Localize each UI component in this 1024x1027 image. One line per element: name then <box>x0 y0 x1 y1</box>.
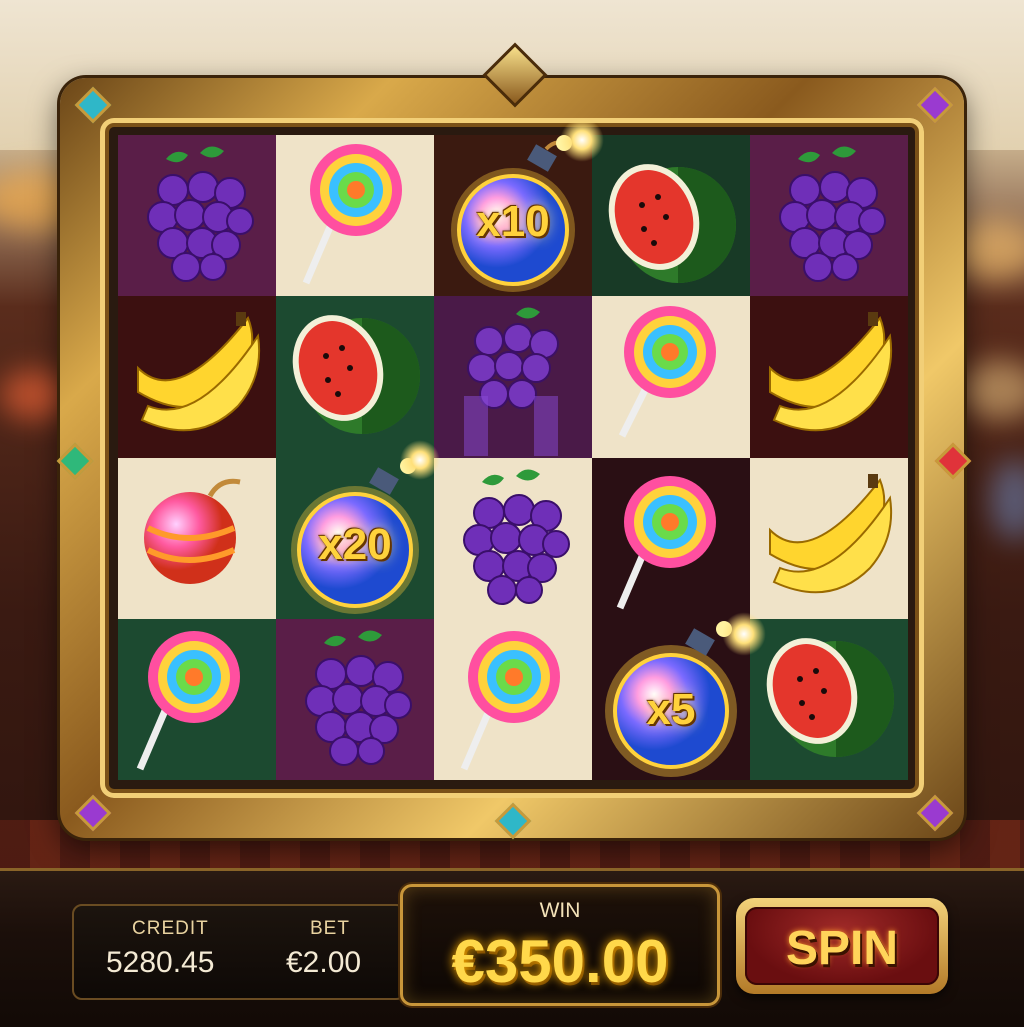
reel-cell <box>118 135 276 297</box>
spin-button[interactable]: SPIN <box>736 898 948 994</box>
reel-cell <box>276 296 434 458</box>
credit-value: 5280.45 <box>106 946 215 979</box>
win-panel: WIN €350.00 <box>400 884 720 1006</box>
reel-cell <box>750 618 908 780</box>
spin-button-face[interactable]: SPIN <box>745 907 939 985</box>
multiplier-label: x20 <box>318 519 392 569</box>
banana-icon <box>769 312 893 432</box>
reel-cell <box>434 296 592 458</box>
watermelon-icon <box>292 315 420 435</box>
cherry-bomb-icon <box>144 478 241 584</box>
sparkle-effect <box>400 440 440 480</box>
multiplier-label: x10 <box>476 197 550 246</box>
reel-cell <box>434 618 592 780</box>
bet-label: BET <box>310 918 350 939</box>
reel-cell <box>276 135 434 297</box>
reel-cell: x20 <box>276 457 434 619</box>
reel-cell <box>750 457 908 619</box>
credit-label: CREDIT <box>132 918 209 939</box>
reel-cell: x10 <box>434 135 592 297</box>
bet-value: €2.00 <box>286 946 362 979</box>
banana-icon <box>769 473 893 593</box>
lollipop-icon <box>302 144 402 285</box>
spin-label: SPIN <box>785 922 899 975</box>
lollipop-icon <box>460 630 560 771</box>
reel-cell <box>750 135 908 297</box>
reel-cell <box>276 618 434 780</box>
grapes-icon <box>147 146 254 282</box>
banana-icon <box>137 312 261 432</box>
credit-bet-panel: CREDIT 5280.45 BET €2.00 <box>72 904 406 1000</box>
grapes-icon <box>305 630 412 766</box>
reel-cell <box>118 457 276 619</box>
reel-cell <box>434 457 592 619</box>
reel-cell <box>592 296 750 458</box>
grapes-icon <box>464 307 559 457</box>
grapes-icon <box>779 146 886 282</box>
reel-grid: x10 x20 x5 <box>118 135 908 780</box>
sparkle-effect <box>722 612 766 656</box>
reel-cell <box>118 296 276 458</box>
reel-cell <box>592 457 750 619</box>
watermelon-icon <box>608 164 736 283</box>
multiplier-label: x5 <box>646 684 696 734</box>
lollipop-icon <box>136 630 240 771</box>
grapes-icon <box>463 468 570 605</box>
win-amount: €350.00 <box>451 928 669 995</box>
lollipop-icon <box>618 306 716 438</box>
watermelon-icon <box>766 637 894 757</box>
reel-cell <box>118 618 276 780</box>
win-label: WIN <box>539 899 581 922</box>
sparkle-effect <box>560 118 604 162</box>
reel-cell <box>592 135 750 297</box>
lollipop-icon <box>616 475 716 609</box>
reel-cell <box>750 296 908 458</box>
